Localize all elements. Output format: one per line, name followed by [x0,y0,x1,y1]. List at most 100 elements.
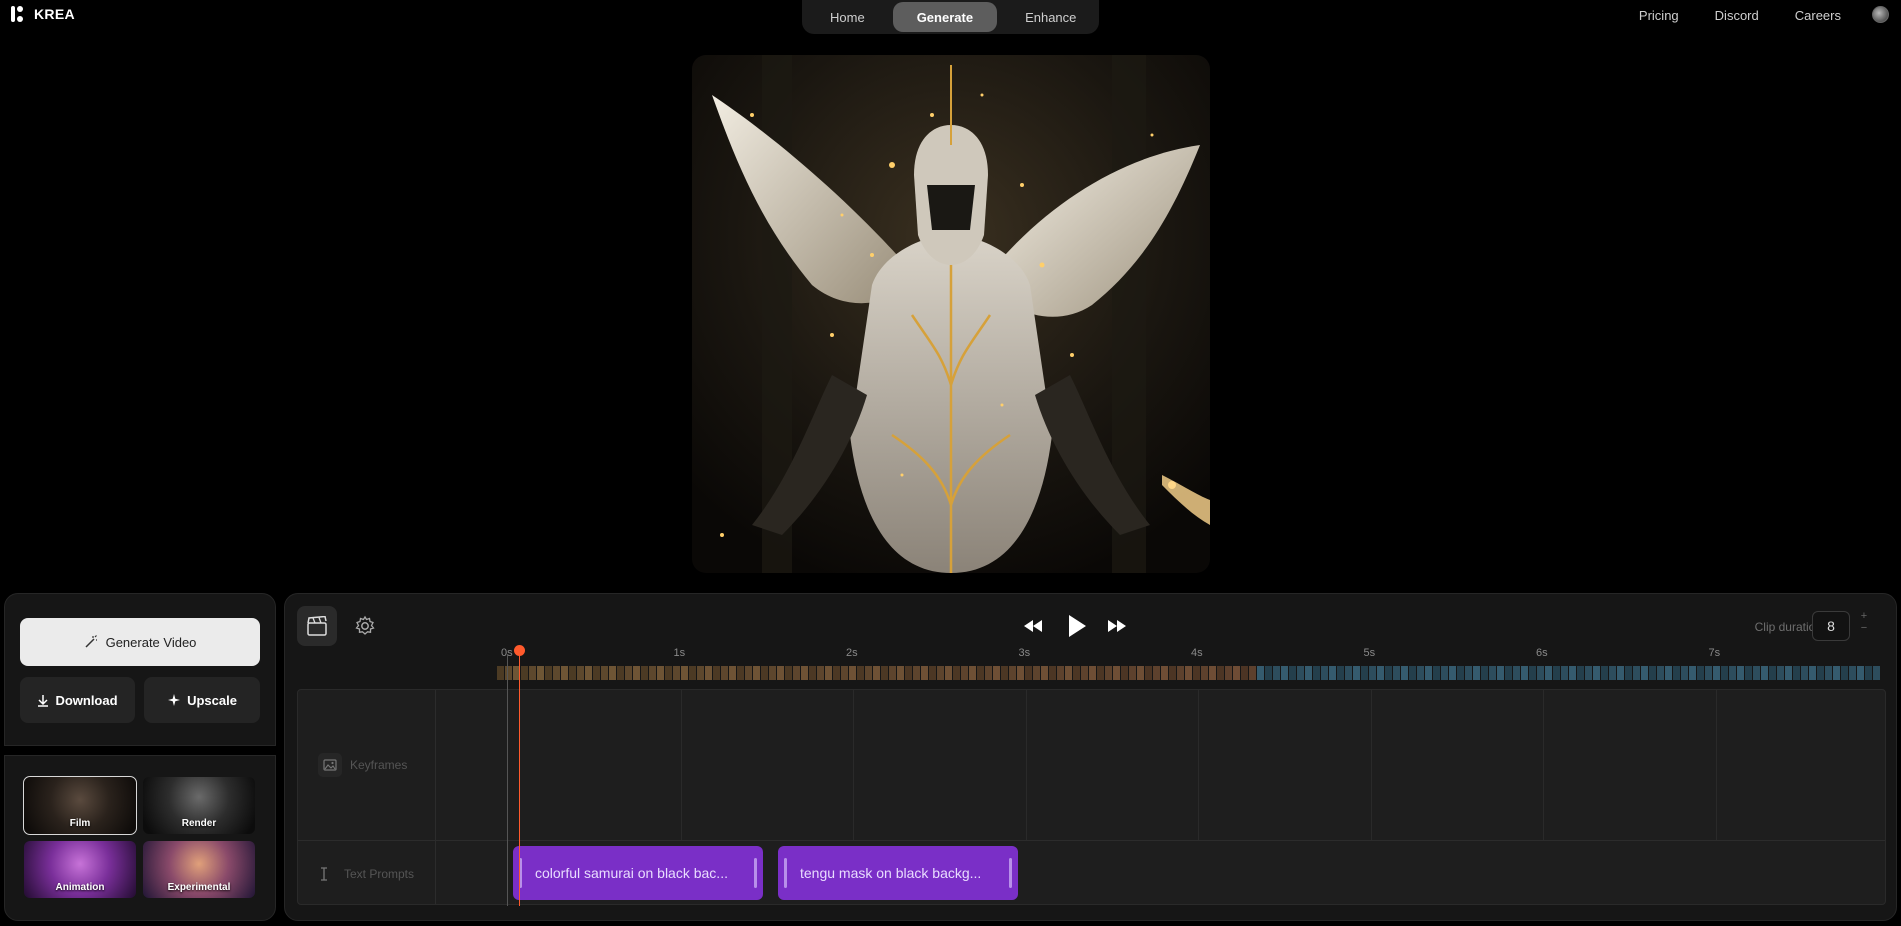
filmstrip-frame [1257,666,1264,680]
settings-button[interactable] [345,606,385,646]
style-render[interactable]: Render [143,777,255,834]
filmstrip-frame [865,666,872,680]
download-label: Download [55,692,118,708]
upscale-button[interactable]: Upscale [144,677,260,723]
filmstrip-frame [593,666,600,680]
user-avatar[interactable] [1872,6,1889,23]
armored-angel-knight-image [692,55,1210,573]
play-icon [1069,615,1086,637]
playhead-line[interactable] [519,650,521,906]
style-film[interactable]: Film [23,776,137,835]
stepper-plus[interactable]: + [1858,610,1870,622]
track-divider [298,840,1885,841]
play-button[interactable] [1055,604,1099,648]
filmstrip-frame [689,666,696,680]
clip-duration-stepper[interactable]: + − [1858,610,1870,634]
filmstrip-frame [1425,666,1432,680]
filmstrip-frame [529,666,536,680]
filmstrip-frame [769,666,776,680]
rewind-button[interactable] [1013,606,1053,646]
filmstrip-frame [1577,666,1584,680]
filmstrip-frame [1729,666,1736,680]
gridline [1198,690,1199,840]
text-cursor-icon [312,862,336,886]
clip-right-handle[interactable] [1009,858,1012,888]
sparkle-icon [168,694,181,706]
filmstrip-frame [649,666,656,680]
filmstrip-frame [1209,666,1216,680]
filmstrip-frame [937,666,944,680]
tab-generate[interactable]: Generate [892,2,998,32]
filmstrip-frame [1633,666,1640,680]
filmstrip-frame [753,666,760,680]
clip-duration-input[interactable] [1812,611,1850,641]
filmstrip-frame [657,666,664,680]
filmstrip-frame [1337,666,1344,680]
filmstrip-frame [1457,666,1464,680]
filmstrip-frame [889,666,896,680]
prompt-clip-1[interactable]: colorful samurai on black bac... [513,846,763,900]
filmstrip-frame [1529,666,1536,680]
filmstrip-frame [1801,666,1808,680]
filmstrip-frame [1145,666,1152,680]
filmstrip-frame [1369,666,1376,680]
filmstrip-frame [1649,666,1656,680]
download-button[interactable]: Download [20,677,135,723]
filmstrip-frame [1817,666,1824,680]
filmstrip-frame [1841,666,1848,680]
filmstrip-frame [1785,666,1792,680]
filmstrip-frame [793,666,800,680]
filmstrip-frame [1625,666,1632,680]
ruler-tick-1s: 1s [673,647,686,659]
frame-thumbnail-strip[interactable] [497,666,1881,680]
playhead-handle[interactable] [514,645,526,656]
filmstrip-frame [1737,666,1744,680]
keyframes-track-label: Keyframes [318,753,407,777]
filmstrip-frame [1065,666,1072,680]
filmstrip-frame [897,666,904,680]
filmstrip-frame [1569,666,1576,680]
tab-home[interactable]: Home [806,2,889,32]
filmstrip-frame [857,666,864,680]
fast-forward-button[interactable] [1097,606,1137,646]
stepper-minus[interactable]: − [1858,622,1870,634]
filmstrip-frame [801,666,808,680]
filmstrip-frame [1753,666,1760,680]
filmstrip-frame [1865,666,1872,680]
filmstrip-frame [1377,666,1384,680]
clip-editor-button[interactable] [297,606,337,646]
generate-video-button[interactable]: Generate Video [20,618,260,666]
filmstrip-frame [1441,666,1448,680]
filmstrip-frame [1393,666,1400,680]
gridline [853,690,854,840]
filmstrip-frame [1049,666,1056,680]
gear-icon [355,615,375,635]
filmstrip-frame [785,666,792,680]
filmstrip-frame [1809,666,1816,680]
filmstrip-frame [1161,666,1168,680]
style-animation[interactable]: Animation [24,841,136,898]
gridline [1370,690,1372,840]
link-careers[interactable]: Careers [1795,8,1841,23]
text-prompts-label: Text Prompts [344,867,415,881]
generate-video-label: Generate Video [105,634,197,650]
filmstrip-frame [849,666,856,680]
filmstrip-frame [921,666,928,680]
filmstrip-frame [1769,666,1776,680]
filmstrip-frame [953,666,960,680]
filmstrip-frame [641,666,648,680]
clip-left-handle[interactable] [784,858,787,888]
prompt-clip-2[interactable]: tengu mask on black backg... [778,846,1018,900]
filmstrip-frame [1873,666,1880,680]
style-experimental[interactable]: Experimental [143,841,255,898]
filmstrip-frame [617,666,624,680]
link-discord[interactable]: Discord [1715,8,1759,23]
download-icon [38,694,49,707]
filmstrip-frame [545,666,552,680]
brand-logo[interactable]: KREA [10,5,75,23]
link-pricing[interactable]: Pricing [1639,8,1679,23]
top-links: Pricing Discord Careers [1639,0,1841,30]
filmstrip-frame [497,666,504,680]
tab-enhance[interactable]: Enhance [1001,2,1100,32]
clip-right-handle[interactable] [754,858,757,888]
